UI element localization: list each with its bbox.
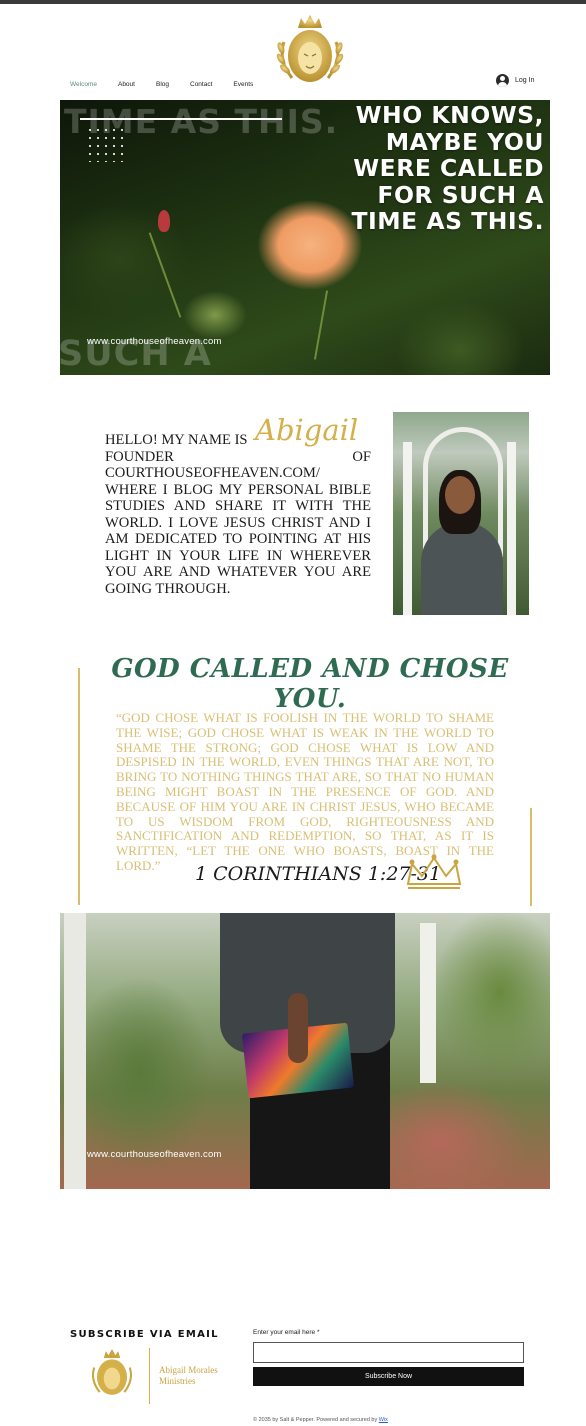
subscribe-title: SUBSCRIBE VIA EMAIL bbox=[70, 1329, 219, 1340]
hero-quote-line: TIME AS THIS. bbox=[351, 207, 544, 235]
footer-lion-logo bbox=[91, 1349, 133, 1395]
photo-url: www.courthouseofheaven.com bbox=[87, 1149, 222, 1160]
hero-dot-grid bbox=[86, 126, 126, 162]
gazebo-post bbox=[64, 913, 86, 1189]
gazebo-pillar bbox=[420, 923, 436, 1083]
email-label: Enter your email here * bbox=[253, 1329, 320, 1336]
person-face bbox=[445, 476, 475, 514]
rose-bud bbox=[158, 210, 170, 232]
nav-events[interactable]: Events bbox=[233, 81, 253, 88]
nav-contact[interactable]: Contact bbox=[190, 81, 212, 88]
footer-divider bbox=[149, 1348, 150, 1404]
bio-intro: HELLO! MY NAME IS bbox=[105, 432, 248, 448]
wix-link[interactable]: Wix bbox=[379, 1417, 388, 1423]
verse-title: GOD CALLED AND CHOSE YOU. bbox=[111, 654, 509, 714]
person-body bbox=[421, 522, 503, 615]
verse-right-line bbox=[530, 808, 532, 906]
portrait-photo bbox=[393, 412, 529, 615]
rose-stem bbox=[148, 232, 182, 318]
hero-quote-line: MAYBE YOU bbox=[385, 127, 544, 156]
bio-text: FOUNDER OF COURTHOUSEOFHEAVEN.COM/ WHERE… bbox=[105, 448, 371, 597]
copyright: © 2035 by Salt & Pepper. Powered and sec… bbox=[253, 1417, 388, 1423]
copyright-text: © 2035 by Salt & Pepper. Powered and sec… bbox=[253, 1417, 378, 1423]
hero-quote-line: WERE CALLED bbox=[353, 154, 544, 182]
nav-about[interactable]: About bbox=[118, 81, 135, 88]
hero-divider-line bbox=[80, 118, 282, 120]
crown-icon bbox=[406, 854, 462, 889]
footer-brand-line2: Ministries bbox=[159, 1376, 196, 1386]
gazebo-pillar bbox=[403, 442, 412, 615]
footer-brand: Abigail Morales Ministries bbox=[159, 1365, 218, 1387]
nav-blog[interactable]: Blog bbox=[156, 81, 169, 88]
verse-body: “GOD CHOSE WHAT IS FOOLISH IN THE WORLD … bbox=[116, 710, 494, 873]
rose-stem bbox=[313, 290, 329, 360]
hero-quote-line: FOR SUCH A bbox=[377, 180, 544, 209]
lion-crown-logo[interactable] bbox=[272, 12, 348, 88]
nav-welcome[interactable]: Welcome bbox=[70, 81, 97, 88]
login-button[interactable]: Log In bbox=[496, 74, 534, 87]
login-label: Log In bbox=[515, 77, 535, 84]
hero-quote-line: WHO KNOWS, bbox=[355, 101, 544, 129]
main-nav: Welcome About Blog Contact Events bbox=[70, 81, 274, 88]
user-avatar-icon bbox=[496, 74, 509, 87]
bio-section: Abigail HELLO! MY NAME IS FOUNDER OF COU… bbox=[105, 416, 371, 597]
hero-quote: WHO KNOWS, MAYBE YOU WERE CALLED FOR SUC… bbox=[344, 102, 544, 235]
email-field[interactable] bbox=[253, 1342, 524, 1363]
top-bar bbox=[0, 0, 586, 4]
hero-url: www.courthouseofheaven.com bbox=[87, 336, 222, 347]
footer-brand-line1: Abigail Morales bbox=[159, 1365, 218, 1375]
subscribe-button[interactable]: Subscribe Now bbox=[253, 1367, 524, 1386]
signature-abigail: Abigail bbox=[255, 413, 359, 447]
hero-image: TIME AS THIS. SUCH A WHO KNOWS, MAYBE YO… bbox=[60, 100, 550, 375]
gazebo-pillar bbox=[507, 442, 516, 615]
person-arm bbox=[288, 993, 308, 1063]
bible-photo: www.courthouseofheaven.com bbox=[60, 913, 550, 1189]
